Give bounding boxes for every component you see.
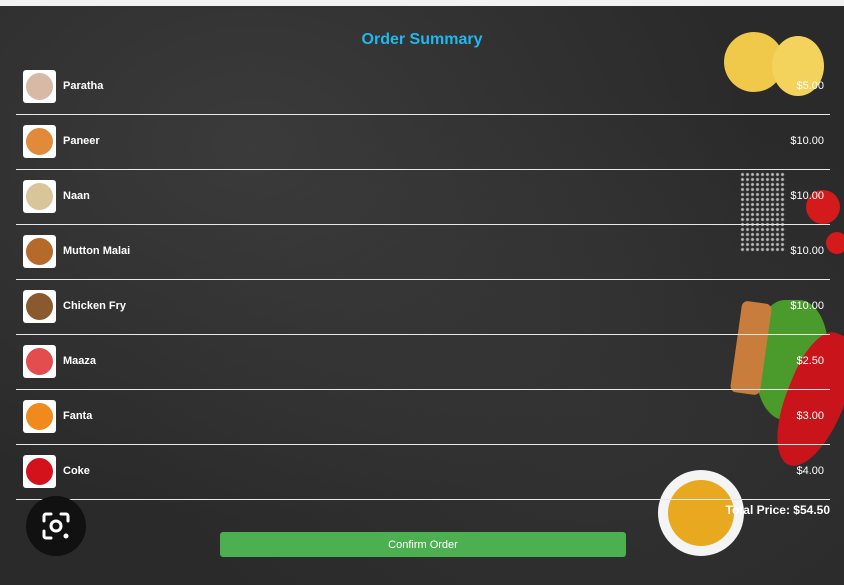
- item-price: $2.50: [796, 355, 824, 367]
- item-price: $10.00: [790, 135, 824, 147]
- drink-image: [26, 403, 53, 430]
- order-item-row: Paratha $5.00: [16, 60, 830, 115]
- order-item-row: Chicken Fry $10.00: [16, 280, 830, 335]
- order-item-row: Mutton Malai $10.00: [16, 225, 830, 280]
- item-price: $3.00: [796, 410, 824, 422]
- item-price: $5.00: [796, 80, 824, 92]
- item-name: Paneer: [63, 135, 100, 147]
- order-item-row: Maaza $2.50: [16, 335, 830, 390]
- drink-image: [26, 458, 53, 485]
- food-thumbnail: [23, 180, 56, 213]
- drink-thumbnail: [23, 455, 56, 488]
- item-name: Naan: [63, 190, 90, 202]
- food-thumbnail: [23, 235, 56, 268]
- lens-search-button[interactable]: [26, 496, 86, 556]
- item-price: $10.00: [790, 245, 824, 257]
- item-name: Fanta: [63, 410, 93, 422]
- drink-image: [26, 348, 53, 375]
- item-name: Paratha: [63, 80, 104, 92]
- order-item-row: Naan $10.00: [16, 170, 830, 225]
- item-price: $4.00: [796, 465, 824, 477]
- confirm-order-button[interactable]: Confirm Order: [220, 532, 626, 557]
- window-top-edge: [0, 0, 844, 6]
- food-thumbnail: [23, 70, 56, 103]
- food-thumbnail: [23, 125, 56, 158]
- food-image: [26, 73, 53, 100]
- food-image: [26, 238, 53, 265]
- item-price: $10.00: [790, 300, 824, 312]
- page-title: Order Summary: [361, 31, 483, 48]
- item-name: Chicken Fry: [63, 300, 126, 312]
- food-image: [26, 293, 53, 320]
- order-item-list: Paratha $5.00 Paneer $10.00 Naan $10.00 …: [16, 60, 830, 500]
- total-price: Total Price: $54.50: [725, 503, 831, 517]
- order-item-row: Coke $4.00: [16, 445, 830, 500]
- item-name: Mutton Malai: [63, 245, 131, 257]
- order-item-row: Fanta $3.00: [16, 390, 830, 445]
- item-price: $10.00: [790, 190, 824, 202]
- food-image: [26, 128, 53, 155]
- food-image: [26, 183, 53, 210]
- lens-camera-icon: [42, 512, 70, 540]
- food-thumbnail: [23, 290, 56, 323]
- drink-thumbnail: [23, 400, 56, 433]
- item-name: Maaza: [63, 355, 97, 367]
- order-item-row: Paneer $10.00: [16, 115, 830, 170]
- item-name: Coke: [63, 465, 90, 477]
- drink-thumbnail: [23, 345, 56, 378]
